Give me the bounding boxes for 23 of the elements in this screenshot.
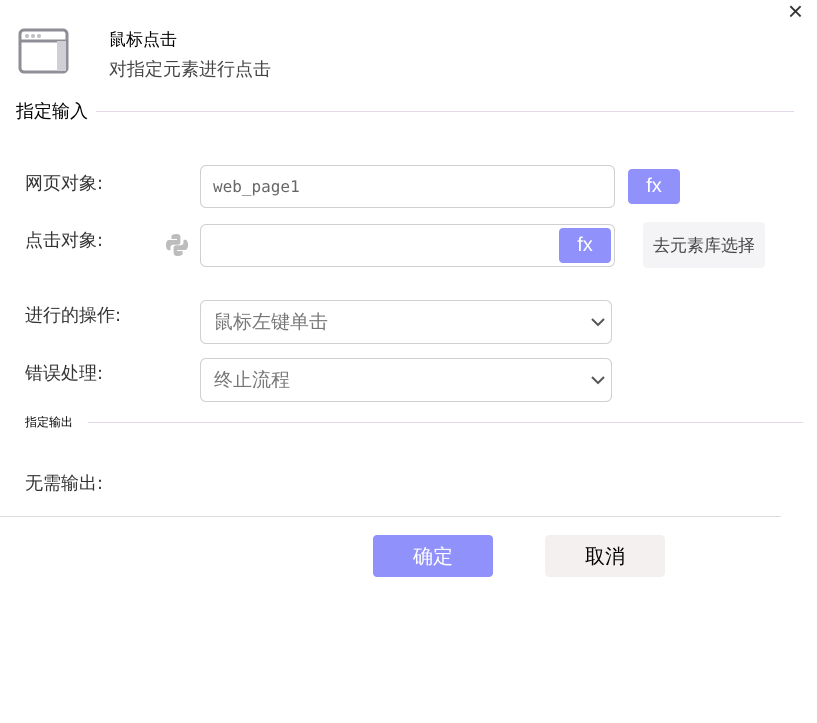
section-title: 指定输出	[25, 414, 73, 431]
input-field[interactable]: web_page1	[200, 165, 615, 208]
select-field[interactable]: 终止流程	[200, 358, 612, 402]
close-button[interactable]: ×	[788, 0, 803, 27]
select-field[interactable]: 鼠标左键单击	[200, 300, 612, 344]
field-label: 网页对象:	[25, 172, 104, 195]
chevron-down-icon	[591, 318, 605, 326]
field-label: 进行的操作:	[25, 304, 122, 327]
chevron-down-icon	[591, 376, 605, 384]
fx-button[interactable]: fx	[559, 228, 611, 262]
field-label: 点击对象:	[25, 229, 104, 252]
confirm-button[interactable]: 确定	[373, 535, 493, 577]
field-label: 错误处理:	[25, 362, 104, 385]
python-icon	[165, 233, 189, 257]
dialog-title: 鼠标点击	[109, 29, 178, 51]
dialog-subtitle: 对指定元素进行点击	[109, 58, 271, 81]
section-title: 指定输入	[16, 100, 88, 123]
input-field[interactable]: fx	[200, 224, 615, 266]
output-label: 无需输出:	[25, 472, 104, 495]
fx-button[interactable]: fx	[628, 169, 680, 204]
element-library-button[interactable]: 去元素库选择	[643, 222, 765, 268]
cancel-button[interactable]: 取消	[545, 535, 665, 577]
window-icon	[18, 28, 69, 74]
